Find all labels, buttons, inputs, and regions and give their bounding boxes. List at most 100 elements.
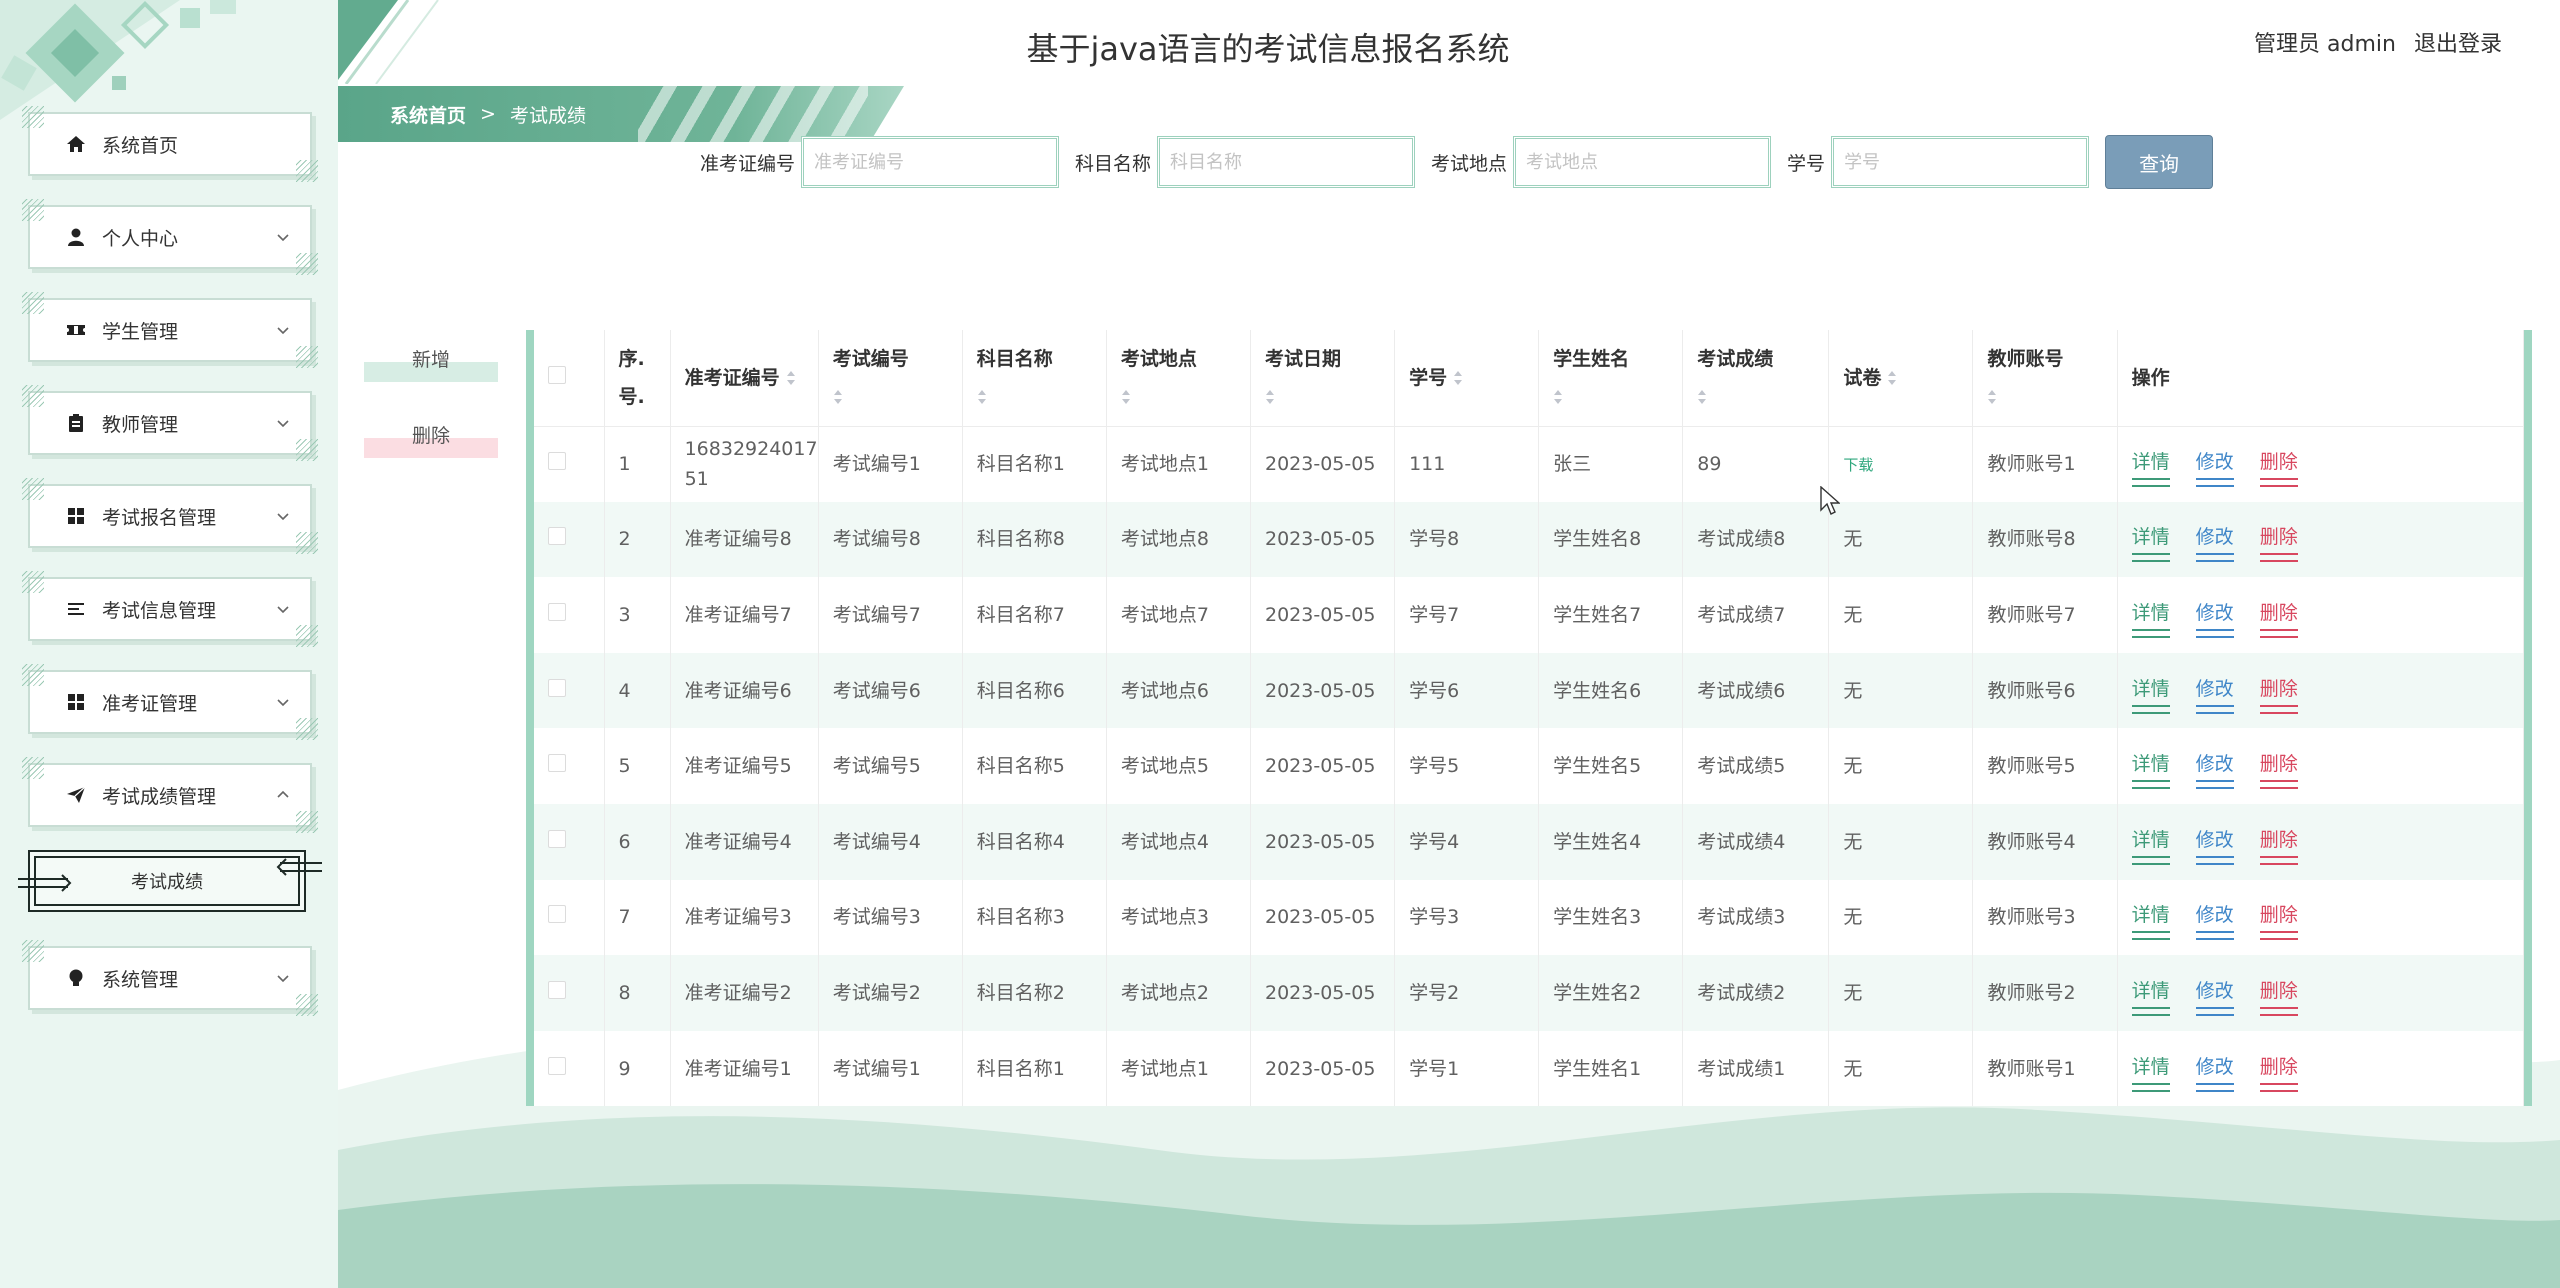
detail-button[interactable]: 详情 [2131, 522, 2170, 563]
sidebar-item-home[interactable]: 系统首页 [22, 106, 318, 182]
select-all-checkbox[interactable] [548, 365, 566, 384]
cell-paper: 无 [1828, 577, 1974, 653]
cell-index: 8 [604, 955, 671, 1031]
query-button[interactable]: 查询 [2105, 135, 2214, 189]
col-paper-header[interactable]: 试卷 [1828, 330, 1974, 427]
cell-teacher: 教师账号3 [1972, 879, 2118, 956]
cell-exam-no: 考试编号3 [818, 879, 963, 956]
detail-button[interactable]: 详情 [2131, 900, 2170, 941]
row-delete-button[interactable]: 删除 [2259, 1052, 2298, 1092]
table-row: 7 准考证编号3 考试编号3 科目名称3 考试地点3 2023-05-05 学号… [534, 879, 2525, 956]
student-no-input[interactable] [1831, 136, 2090, 188]
detail-button[interactable]: 详情 [2131, 598, 2170, 638]
row-checkbox[interactable] [548, 527, 566, 546]
edit-button[interactable]: 修改 [2195, 447, 2234, 488]
subject-input[interactable] [1157, 136, 1416, 188]
logout-button[interactable]: 退出登录 [2414, 26, 2502, 58]
cell-index: 6 [604, 803, 671, 880]
sidebar-item-admission-ticket[interactable]: 准考证管理 [22, 664, 318, 740]
detail-button[interactable]: 详情 [2131, 749, 2170, 790]
row-select-cell [534, 426, 605, 502]
row-checkbox[interactable] [548, 452, 566, 471]
search-field-ticket-no: 准考证编号 [700, 136, 1060, 188]
sidebar-item-teacher-management[interactable]: 教师管理 [22, 385, 318, 461]
sidebar-item-personal-center[interactable]: 个人中心 [22, 199, 318, 275]
bulb-icon [66, 968, 86, 988]
cell-ticket-no: 准考证编号1 [670, 1030, 819, 1107]
detail-button[interactable]: 详情 [2131, 674, 2170, 714]
detail-button[interactable]: 详情 [2131, 825, 2170, 865]
col-date-header[interactable]: 考试日期 [1250, 330, 1396, 427]
row-delete-button[interactable]: 删除 [2259, 447, 2298, 488]
detail-button[interactable]: 详情 [2131, 447, 2170, 488]
grid-icon [66, 692, 86, 712]
sidebar-item-exam-registration[interactable]: 考试报名管理 [22, 478, 318, 554]
col-label: 学生姓名 [1553, 347, 1630, 370]
submenu-item-exam-score[interactable]: 考试成绩 [18, 850, 322, 912]
location-input[interactable] [1513, 136, 1772, 188]
edit-button[interactable]: 修改 [2195, 522, 2234, 563]
row-delete-button[interactable]: 删除 [2259, 900, 2298, 941]
cell-teacher: 教师账号1 [1972, 426, 2118, 502]
cell-teacher: 教师账号7 [1972, 577, 2118, 653]
cell-teacher: 教师账号4 [1972, 803, 2118, 880]
cell-score: 考试成绩3 [1682, 879, 1830, 956]
delete-button[interactable]: 删除 [364, 416, 498, 458]
row-delete-button[interactable]: 删除 [2259, 825, 2298, 865]
detail-button[interactable]: 详情 [2131, 976, 2170, 1016]
col-student-no-header[interactable]: 学号 [1394, 330, 1540, 427]
search-field-student-no: 学号 [1787, 136, 2090, 188]
edit-button[interactable]: 修改 [2195, 825, 2234, 865]
sidebar-item-system-management[interactable]: 系统管理 [22, 940, 318, 1016]
row-checkbox[interactable] [548, 678, 566, 697]
edit-button[interactable]: 修改 [2195, 900, 2234, 941]
download-link[interactable]: 下载 [1843, 456, 1873, 474]
ticket-no-input[interactable] [801, 136, 1060, 188]
sidebar-item-student-management[interactable]: 学生管理 [22, 292, 318, 368]
row-delete-button[interactable]: 删除 [2259, 749, 2298, 790]
breadcrumb-home-link[interactable]: 系统首页 [390, 101, 466, 128]
sidebar-item-exam-score-management[interactable]: 考试成绩管理 [22, 757, 318, 833]
col-student-name-header[interactable]: 学生姓名 [1538, 330, 1684, 427]
col-subject-header[interactable]: 科目名称 [962, 330, 1107, 427]
cell-ops: 详情 修改 删除 [2117, 577, 2525, 653]
cell-location: 考试地点7 [1106, 577, 1251, 653]
row-delete-button[interactable]: 删除 [2259, 674, 2298, 714]
col-score-header[interactable]: 考试成绩 [1682, 330, 1830, 427]
row-checkbox[interactable] [548, 829, 566, 848]
cell-teacher: 教师账号8 [1972, 501, 2118, 578]
row-checkbox[interactable] [548, 980, 566, 999]
row-checkbox[interactable] [548, 1056, 566, 1075]
cell-paper: 无 [1828, 501, 1974, 578]
edit-button[interactable]: 修改 [2195, 674, 2234, 714]
row-delete-button[interactable]: 删除 [2259, 976, 2298, 1016]
cell-ticket-no: 1683292401751 [670, 426, 819, 502]
clipboard-icon [66, 413, 86, 433]
row-checkbox[interactable] [548, 754, 566, 773]
sort-icon [833, 390, 842, 405]
add-button[interactable]: 新增 [364, 340, 498, 382]
col-exam-no-header[interactable]: 考试编号 [818, 330, 963, 427]
detail-button[interactable]: 详情 [2131, 1052, 2170, 1092]
breadcrumb-separator: > [480, 103, 496, 125]
edit-button[interactable]: 修改 [2195, 598, 2234, 638]
table-header-row: 序.号. 准考证编号 考试编号 科目名称 考试地点 考试日期 学号 学生姓名 考… [534, 330, 2525, 427]
row-delete-button[interactable]: 删除 [2259, 522, 2298, 563]
col-ticket-no-header[interactable]: 准考证编号 [670, 330, 819, 427]
edit-button[interactable]: 修改 [2195, 976, 2234, 1016]
sidebar-item-exam-info[interactable]: 考试信息管理 [22, 571, 318, 647]
table-row: 2 准考证编号8 考试编号8 科目名称8 考试地点8 2023-05-05 学号… [534, 501, 2525, 578]
row-checkbox[interactable] [548, 905, 566, 924]
col-label: 学号 [1409, 366, 1448, 389]
edit-button[interactable]: 修改 [2195, 749, 2234, 790]
row-checkbox[interactable] [548, 602, 566, 621]
sidebar-item-label: 学生管理 [102, 320, 179, 343]
edit-button[interactable]: 修改 [2195, 1052, 2234, 1092]
row-delete-button[interactable]: 删除 [2259, 598, 2298, 638]
chevron-down-icon [277, 975, 289, 983]
admin-label: 管理员 admin [2254, 32, 2396, 57]
cell-ticket-no: 准考证编号4 [670, 803, 819, 880]
col-teacher-header[interactable]: 教师账号 [1972, 330, 2118, 427]
cell-date: 2023-05-05 [1250, 577, 1396, 653]
col-location-header[interactable]: 考试地点 [1106, 330, 1251, 427]
